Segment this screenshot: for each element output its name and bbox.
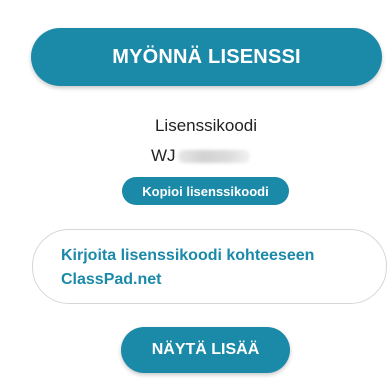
classpad-instruction-link[interactable]: Kirjoita lisenssikoodi kohteeseen ClassP… [32, 229, 387, 304]
grant-license-button[interactable]: MYÖNNÄ LISENSSI [31, 28, 382, 86]
license-code-redacted-blur [177, 149, 250, 163]
license-code-prefix: WJ [151, 146, 176, 165]
show-more-button[interactable]: NÄYTÄ LISÄÄ [121, 327, 290, 373]
copy-license-code-button[interactable]: Kopioi lisenssikoodi [122, 177, 289, 205]
license-code-value: WJ [151, 145, 250, 167]
license-code-label: Lisenssikoodi [154, 116, 258, 135]
